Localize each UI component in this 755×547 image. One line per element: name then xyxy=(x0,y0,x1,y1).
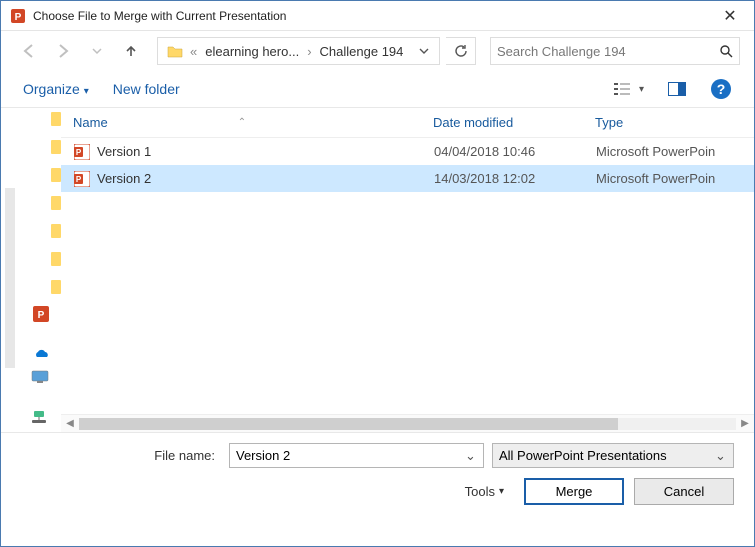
powerpoint-app-icon: P xyxy=(9,7,27,25)
svg-text:P: P xyxy=(15,12,22,23)
folder-icon xyxy=(51,280,61,294)
powerpoint-file-icon: P xyxy=(73,170,91,188)
help-button[interactable]: ? xyxy=(710,78,732,100)
column-type[interactable]: Type xyxy=(595,115,754,130)
organize-menu[interactable]: Organize ▾ xyxy=(23,81,89,97)
folder-icon xyxy=(51,224,61,238)
address-dropdown[interactable] xyxy=(413,46,435,56)
up-button[interactable] xyxy=(117,37,145,65)
body: P Name⌃ Date modified Type P Version 104/… xyxy=(1,107,754,433)
this-pc-icon xyxy=(31,370,49,384)
folder-icon xyxy=(51,140,61,154)
chevron-down-icon: ⌄ xyxy=(715,448,727,464)
svg-text:?: ? xyxy=(717,81,726,97)
breadcrumb[interactable]: « elearning hero... › Challenge 194 xyxy=(157,37,440,65)
horizontal-scrollbar[interactable]: ◀ ▶ xyxy=(61,414,754,432)
folder-icon xyxy=(51,168,61,182)
svg-text:P: P xyxy=(76,148,82,157)
toolbar: Organize ▾ New folder ▾ ? xyxy=(1,71,754,107)
svg-text:P: P xyxy=(76,175,82,184)
file-type-filter[interactable]: All PowerPoint Presentations ⌄ xyxy=(492,443,734,468)
sort-indicator-icon: ⌃ xyxy=(238,117,246,128)
window-title: Choose File to Merge with Current Presen… xyxy=(33,9,710,23)
file-name: Version 1 xyxy=(97,144,434,159)
file-row[interactable]: P Version 104/04/2018 10:46Microsoft Powe… xyxy=(61,138,754,165)
view-options-button[interactable]: ▾ xyxy=(613,81,644,97)
search-placeholder: Search Challenge 194 xyxy=(497,44,626,59)
folder-icon xyxy=(51,196,61,210)
new-folder-button[interactable]: New folder xyxy=(113,81,180,97)
filename-label: File name: xyxy=(21,448,221,463)
scroll-thumb[interactable] xyxy=(79,418,618,430)
forward-button[interactable] xyxy=(49,37,77,65)
file-date: 04/04/2018 10:46 xyxy=(434,144,596,159)
column-name[interactable]: Name⌃ xyxy=(73,115,433,130)
nav-scrollbar[interactable] xyxy=(5,188,15,368)
navigation-pane[interactable]: P xyxy=(1,108,61,432)
close-button[interactable]: ✕ xyxy=(710,2,750,30)
filename-input[interactable]: Version 2 ⌄ xyxy=(229,443,484,468)
address-bar: « elearning hero... › Challenge 194 Sear… xyxy=(1,31,754,71)
file-list: Name⌃ Date modified Type P Version 104/04… xyxy=(61,108,754,432)
file-type: Microsoft PowerPoin xyxy=(596,144,754,159)
file-date: 14/03/2018 12:02 xyxy=(434,171,596,186)
scroll-right-icon[interactable]: ▶ xyxy=(736,416,754,432)
powerpoint-file-icon: P xyxy=(73,143,91,161)
file-row[interactable]: P Version 214/03/2018 12:02Microsoft Powe… xyxy=(61,165,754,192)
svg-text:P: P xyxy=(38,310,45,321)
folder-icon xyxy=(51,112,61,126)
column-headers[interactable]: Name⌃ Date modified Type xyxy=(61,108,754,138)
back-button[interactable] xyxy=(15,37,43,65)
scroll-left-icon[interactable]: ◀ xyxy=(61,416,79,432)
chevron-down-icon: ▾ xyxy=(499,486,504,497)
column-date[interactable]: Date modified xyxy=(433,115,595,130)
breadcrumb-segment[interactable]: elearning hero... xyxy=(199,38,305,64)
footer: File name: Version 2 ⌄ All PowerPoint Pr… xyxy=(1,433,754,513)
network-icon xyxy=(31,410,47,424)
folder-icon xyxy=(51,252,61,266)
refresh-button[interactable] xyxy=(446,37,476,65)
chevron-down-icon: ▾ xyxy=(639,84,644,95)
chevron-down-icon[interactable]: ⌄ xyxy=(465,448,477,464)
chevron-down-icon: ▾ xyxy=(84,86,89,97)
cancel-button[interactable]: Cancel xyxy=(634,478,734,505)
tools-menu[interactable]: Tools ▾ xyxy=(465,484,504,499)
breadcrumb-segment[interactable]: Challenge 194 xyxy=(314,38,410,64)
folder-icon xyxy=(166,42,184,60)
file-type: Microsoft PowerPoin xyxy=(596,171,754,186)
breadcrumb-prefix: « xyxy=(188,44,199,59)
recent-locations-dropdown[interactable] xyxy=(83,37,111,65)
search-icon xyxy=(719,44,733,58)
title-bar: P Choose File to Merge with Current Pres… xyxy=(1,1,754,31)
powerpoint-icon: P xyxy=(33,306,49,322)
scroll-track[interactable] xyxy=(79,418,736,430)
preview-pane-button[interactable] xyxy=(668,82,686,96)
file-name: Version 2 xyxy=(97,171,434,186)
merge-button[interactable]: Merge xyxy=(524,478,624,505)
onedrive-icon xyxy=(33,348,51,360)
chevron-right-icon: › xyxy=(305,44,313,59)
search-input[interactable]: Search Challenge 194 xyxy=(490,37,740,65)
